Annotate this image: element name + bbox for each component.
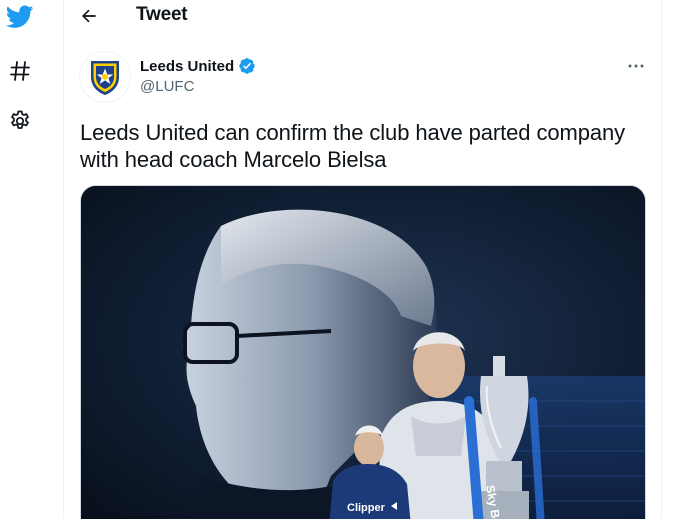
leeds-united-crest-icon <box>79 51 131 103</box>
left-nav <box>0 0 40 519</box>
kit-sponsor-text: Clipper <box>347 502 386 514</box>
column-divider-left <box>63 0 64 519</box>
twitter-bird-icon[interactable] <box>4 1 36 33</box>
tweet-text: Leeds United can confirm the club have p… <box>80 120 626 172</box>
verified-badge-icon <box>238 57 256 75</box>
gear-icon[interactable] <box>4 105 36 137</box>
arrow-left-icon <box>82 9 96 23</box>
more-button[interactable] <box>622 56 650 76</box>
author-name-label: Leeds United <box>140 57 235 75</box>
column-divider-right <box>661 0 662 519</box>
more-horizontal-icon <box>628 64 644 68</box>
hashtag-icon[interactable] <box>4 55 36 87</box>
author-name[interactable]: Leeds United <box>140 57 256 75</box>
tweet-media-image[interactable]: Sky Bet Clipper <box>80 185 646 519</box>
author-handle: @LUFC <box>140 78 195 95</box>
back-button[interactable] <box>74 3 104 29</box>
page-title: Tweet <box>136 4 188 25</box>
avatar[interactable] <box>79 51 131 103</box>
